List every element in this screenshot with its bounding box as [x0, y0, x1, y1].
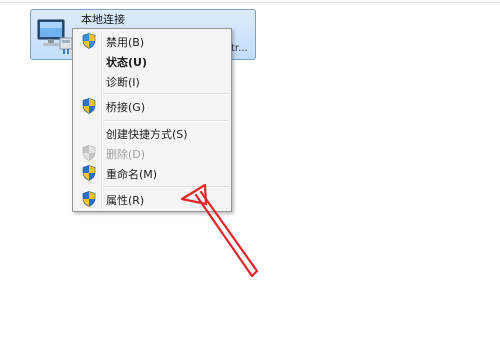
annotation-arrow-icon: [180, 183, 259, 278]
